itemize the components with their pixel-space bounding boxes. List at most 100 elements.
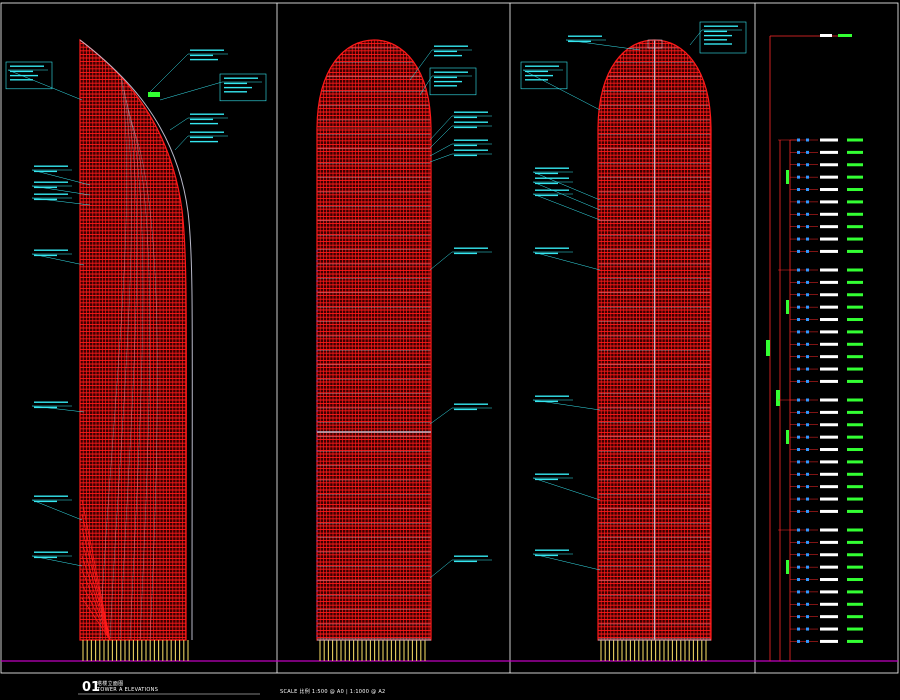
level-marker (797, 553, 800, 557)
tower-body-grid (80, 40, 187, 640)
level-marker (797, 509, 800, 513)
level-tag (847, 225, 863, 229)
overall-dimension-text (766, 340, 770, 356)
level-bar (820, 330, 838, 334)
level-marker (797, 639, 800, 643)
level-marker (797, 318, 800, 322)
level-tag (847, 138, 863, 142)
level-tag (847, 342, 863, 346)
tower-body-grid (317, 40, 431, 640)
level-tag (847, 639, 863, 643)
level-marker (797, 237, 800, 241)
callout (149, 49, 228, 93)
level-tag (847, 280, 863, 284)
level-bar (820, 528, 838, 532)
level-marker (797, 163, 800, 167)
level-tag (847, 448, 863, 452)
level-bar (820, 497, 838, 501)
level-marker (806, 509, 809, 513)
level-bar (820, 225, 838, 229)
level-bar (820, 639, 838, 643)
level-marker (797, 472, 800, 476)
level-bar (820, 472, 838, 476)
level-marker (797, 355, 800, 359)
level-bar (820, 212, 838, 216)
level-marker (797, 212, 800, 216)
levels (778, 138, 863, 643)
callout (31, 401, 85, 413)
level-marker (806, 627, 809, 631)
level-tag (847, 565, 863, 569)
level-marker (806, 150, 809, 154)
side-elevation (5, 38, 267, 661)
level-bar (820, 249, 838, 253)
level-marker (797, 565, 800, 569)
level-marker (797, 330, 800, 334)
level-marker (806, 448, 809, 452)
level-tag (847, 355, 863, 359)
level-tag (847, 398, 863, 402)
level-marker (797, 249, 800, 253)
level-marker (806, 280, 809, 284)
callout (31, 551, 83, 567)
level-marker (806, 249, 809, 253)
level-marker (806, 398, 809, 402)
level-marker (797, 528, 800, 532)
level-tag (847, 602, 863, 606)
level-tag (847, 460, 863, 464)
callout (429, 139, 492, 157)
level-bar (820, 590, 838, 594)
tower-elevation-drawing (0, 2, 899, 695)
callout (159, 73, 267, 102)
level-tag (847, 163, 863, 167)
callout (532, 395, 601, 411)
level-tag (847, 305, 863, 309)
level-bar (820, 163, 838, 167)
level-marker (806, 293, 809, 297)
level-marker (806, 590, 809, 594)
level-marker (806, 615, 809, 619)
level-tag (847, 330, 863, 334)
level-marker (797, 627, 800, 631)
callout (419, 67, 477, 96)
level-marker (806, 435, 809, 439)
level-marker (797, 342, 800, 346)
callout (31, 249, 85, 266)
level-bar (820, 280, 838, 284)
level-marker (797, 485, 800, 489)
callout (169, 113, 228, 131)
callout (429, 149, 492, 163)
level-marker (806, 138, 809, 142)
level-marker (797, 379, 800, 383)
level-tag (847, 435, 863, 439)
level-tag (847, 497, 863, 501)
level-marker (806, 305, 809, 309)
level-tag (847, 175, 863, 179)
level-tag (847, 293, 863, 297)
drawing-subtitle: TOWER A ELEVATIONS (97, 687, 159, 693)
level-bar (820, 175, 838, 179)
callout (5, 61, 83, 101)
level-tag (847, 249, 863, 253)
level-bar (820, 509, 838, 513)
level-bar (820, 318, 838, 322)
level-marker (797, 602, 800, 606)
level-marker (806, 237, 809, 241)
level-marker (797, 305, 800, 309)
level-marker (806, 528, 809, 532)
level-bar (820, 448, 838, 452)
roof-marker (148, 92, 160, 97)
level-marker (797, 175, 800, 179)
level-bar (820, 367, 838, 371)
level-marker (806, 472, 809, 476)
level-marker (797, 448, 800, 452)
level-marker (797, 435, 800, 439)
level-marker (806, 163, 809, 167)
level-bar (820, 268, 838, 272)
level-tag (847, 540, 863, 544)
level-tag (847, 212, 863, 216)
level-marker (797, 293, 800, 297)
level-marker (806, 200, 809, 204)
level-bar (820, 200, 838, 204)
level-bar (820, 578, 838, 582)
